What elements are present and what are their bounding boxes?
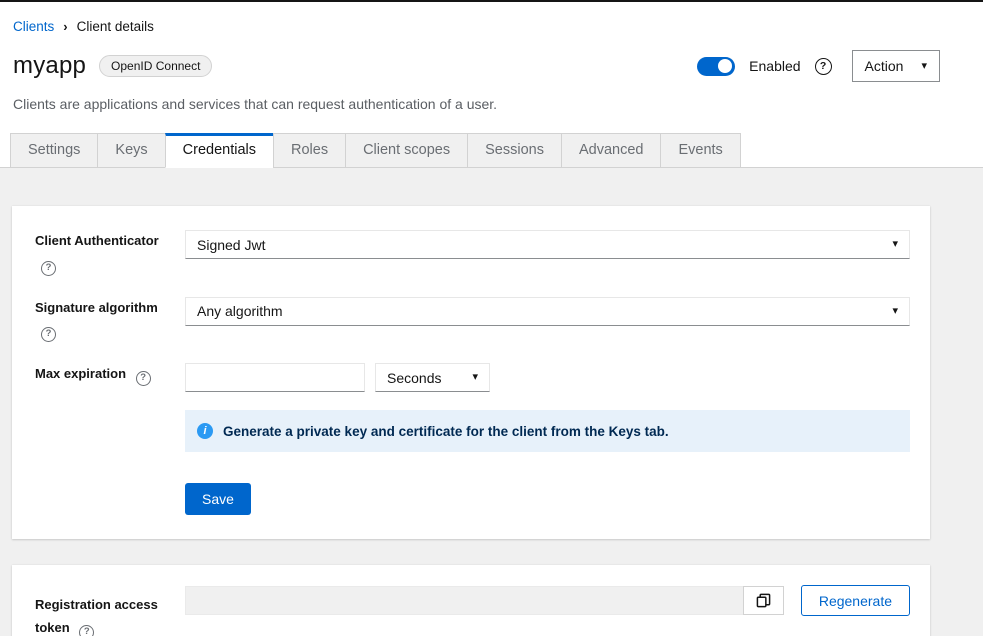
signature-algorithm-help-icon[interactable]: ? xyxy=(41,327,56,342)
max-expiration-label-col: Max expiration ? xyxy=(35,363,185,515)
tab-settings[interactable]: Settings xyxy=(10,133,98,168)
max-expiration-input[interactable] xyxy=(185,363,365,392)
action-label: Action xyxy=(865,58,904,74)
client-authenticator-group: Client Authenticator ? Signed Jwt ▾ xyxy=(35,230,910,276)
tab-roles[interactable]: Roles xyxy=(273,133,346,168)
page-title: myapp xyxy=(13,52,86,80)
signature-algorithm-label-col: Signature algorithm ? xyxy=(35,297,185,343)
tab-sessions[interactable]: Sessions xyxy=(467,133,562,168)
signature-algorithm-value: Any algorithm xyxy=(197,303,283,319)
regenerate-button[interactable]: Regenerate xyxy=(801,585,910,616)
breadcrumb-clients-link[interactable]: Clients xyxy=(13,19,54,34)
max-expiration-group: Max expiration ? Seconds ▾ i Generate a … xyxy=(35,363,910,515)
header-actions: Enabled ? Action ▾ xyxy=(697,50,940,82)
max-expiration-label: Max expiration xyxy=(35,366,126,381)
signature-algorithm-control: Any algorithm ▾ xyxy=(185,297,910,343)
registration-token-card: Registration access token ? Regenerate xyxy=(12,565,930,636)
enabled-label: Enabled xyxy=(749,58,800,74)
info-icon: i xyxy=(197,423,213,439)
tab-keys[interactable]: Keys xyxy=(97,133,165,168)
enabled-toggle[interactable] xyxy=(697,57,735,76)
credentials-card: Client Authenticator ? Signed Jwt ▾ Sign… xyxy=(12,206,930,539)
breadcrumb-current: Client details xyxy=(77,19,154,34)
max-expiration-control: Seconds ▾ i Generate a private key and c… xyxy=(185,363,910,515)
toggle-knob xyxy=(718,59,732,73)
client-authenticator-label-col: Client Authenticator ? xyxy=(35,230,185,276)
caret-down-icon: ▾ xyxy=(892,306,898,317)
tab-credentials[interactable]: Credentials xyxy=(165,133,274,168)
save-button[interactable]: Save xyxy=(185,483,251,515)
signature-algorithm-select[interactable]: Any algorithm ▾ xyxy=(185,297,910,326)
caret-down-icon: ▾ xyxy=(892,239,898,250)
max-expiration-unit-value: Seconds xyxy=(387,370,441,386)
title-row: myapp OpenID Connect Enabled ? Action ▾ xyxy=(0,47,983,85)
client-authenticator-label: Client Authenticator xyxy=(35,233,159,248)
client-authenticator-value: Signed Jwt xyxy=(197,237,265,253)
tab-client-scopes[interactable]: Client scopes xyxy=(345,133,468,168)
tab-advanced[interactable]: Advanced xyxy=(561,133,662,168)
registration-token-input xyxy=(185,586,743,615)
registration-token-label-col: Registration access token ? xyxy=(35,585,185,636)
registration-token-help-icon[interactable]: ? xyxy=(79,625,94,636)
registration-token-group: Registration access token ? Regenerate xyxy=(35,585,910,636)
client-authenticator-control: Signed Jwt ▾ xyxy=(185,230,910,276)
page-description: Clients are applications and services th… xyxy=(0,85,983,112)
caret-down-icon: ▾ xyxy=(472,372,478,383)
breadcrumb: Clients › Client details xyxy=(0,19,983,47)
caret-down-icon: ▾ xyxy=(921,61,927,72)
max-expiration-unit-select[interactable]: Seconds ▾ xyxy=(375,363,490,392)
copy-button[interactable] xyxy=(743,586,784,615)
content-area: Client Authenticator ? Signed Jwt ▾ Sign… xyxy=(0,168,983,636)
copy-icon xyxy=(756,593,771,608)
tab-bar: Settings Keys Credentials Roles Client s… xyxy=(0,133,983,168)
registration-token-label: Registration access token xyxy=(35,597,158,635)
action-dropdown[interactable]: Action ▾ xyxy=(852,50,940,82)
chevron-right-icon: › xyxy=(63,19,67,34)
info-alert-text: Generate a private key and certificate f… xyxy=(223,424,669,439)
page-header: Clients › Client details myapp OpenID Co… xyxy=(0,2,983,168)
client-authenticator-select[interactable]: Signed Jwt ▾ xyxy=(185,230,910,259)
signature-algorithm-group: Signature algorithm ? Any algorithm ▾ xyxy=(35,297,910,343)
help-icon[interactable]: ? xyxy=(815,58,832,75)
registration-token-controls: Regenerate xyxy=(185,585,910,616)
protocol-badge: OpenID Connect xyxy=(99,55,212,77)
info-alert: i Generate a private key and certificate… xyxy=(185,410,910,452)
tab-events[interactable]: Events xyxy=(660,133,740,168)
client-authenticator-help-icon[interactable]: ? xyxy=(41,261,56,276)
signature-algorithm-label: Signature algorithm xyxy=(35,300,158,315)
max-expiration-help-icon[interactable]: ? xyxy=(136,371,151,386)
